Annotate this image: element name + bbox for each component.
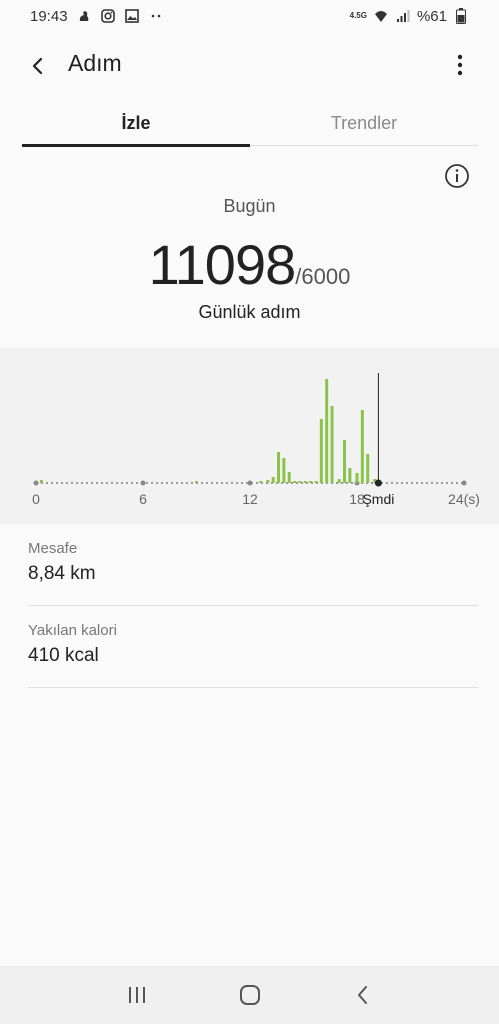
- tab-trends[interactable]: Trendler: [250, 100, 478, 146]
- steps-count: 11098/6000: [0, 232, 499, 297]
- chart-end-label: 24(s): [448, 491, 480, 507]
- chart-now-marker: [374, 479, 382, 487]
- back-button[interactable]: [22, 50, 54, 82]
- tab-watch[interactable]: İzle: [22, 100, 250, 147]
- chart-bar: [309, 481, 313, 483]
- network-type: 4.5G: [349, 11, 367, 20]
- status-time: 19:43: [30, 7, 68, 25]
- chart-tick-marker: [461, 480, 467, 486]
- gallery-icon: [124, 8, 140, 24]
- chart-bar: [319, 419, 323, 483]
- steps-chart: 0 6 12 18 24(s) Şmdi: [0, 348, 499, 524]
- chart-tick-marker: [33, 480, 39, 486]
- info-button[interactable]: [444, 163, 470, 189]
- chart-bar: [360, 410, 364, 483]
- recent-apps-button[interactable]: [117, 975, 157, 1015]
- home-icon: [239, 985, 260, 1005]
- chart-bar: [271, 477, 275, 483]
- wifi-icon: [373, 8, 389, 24]
- chart-bar: [195, 481, 198, 483]
- system-nav-bar: [0, 966, 499, 1024]
- info-icon: [445, 164, 469, 188]
- chart-tick-label: 6: [139, 491, 147, 507]
- steps-value: 11098: [148, 233, 297, 296]
- distance-stat: Mesafe 8,84 km: [28, 540, 478, 606]
- distance-value: 8,84 km: [28, 563, 96, 584]
- more-dots-icon: [148, 8, 164, 24]
- chart-bar: [303, 481, 307, 483]
- home-button[interactable]: [230, 975, 270, 1015]
- chart-bar: [298, 481, 302, 483]
- chart-bar: [355, 473, 359, 483]
- chart-bar: [337, 479, 341, 483]
- chart-bar: [282, 458, 286, 483]
- chart-tick-marker: [140, 480, 146, 486]
- chart-bar: [343, 440, 347, 483]
- chart-tick-label: 12: [242, 491, 258, 507]
- status-bar: 19:43 4.5G %61: [0, 0, 499, 32]
- battery-level: %61: [416, 7, 447, 25]
- tab-bar: İzle Trendler: [22, 100, 478, 147]
- steps-label: Günlük adım: [198, 302, 301, 322]
- app-header: Adım: [0, 32, 499, 96]
- distance-label: Mesafe: [28, 540, 78, 557]
- chart-tick-marker: [247, 480, 253, 486]
- chart-bar: [266, 480, 270, 483]
- chart-bar: [287, 472, 291, 483]
- battery-icon: [453, 8, 469, 24]
- calories-stat: Yakılan kalori 410 kcal: [28, 622, 478, 688]
- signal-icon: [395, 8, 411, 24]
- steps-goal: /6000: [295, 264, 351, 289]
- instagram-icon: [100, 8, 116, 24]
- chart-bar: [277, 452, 281, 483]
- calories-label: Yakılan kalori: [28, 622, 117, 639]
- chart-now-label: Şmdi: [362, 491, 394, 507]
- chart-bar: [348, 468, 352, 483]
- chevron-left-icon: [32, 57, 43, 75]
- period-label: Bugün: [223, 196, 276, 216]
- chart-bar: [293, 481, 297, 483]
- chart-bar: [259, 481, 263, 483]
- chart-bar: [366, 454, 370, 483]
- page-title: Adım: [68, 50, 122, 76]
- more-options-button[interactable]: [444, 49, 476, 81]
- recent-apps-icon: [128, 987, 145, 1003]
- chart-bar: [39, 480, 43, 483]
- calories-value: 410 kcal: [28, 645, 99, 666]
- back-icon: [357, 986, 367, 1004]
- chart-bar: [325, 379, 329, 483]
- chart-bar: [314, 481, 318, 483]
- chart-tick-label: 0: [32, 491, 40, 507]
- more-vertical-icon: [457, 54, 463, 76]
- steps-chart-svg: 0 6 12 18 24(s)Şmdi: [32, 373, 480, 507]
- notification-icon: [76, 8, 92, 24]
- nav-back-button[interactable]: [343, 975, 383, 1015]
- chart-bar: [330, 406, 334, 483]
